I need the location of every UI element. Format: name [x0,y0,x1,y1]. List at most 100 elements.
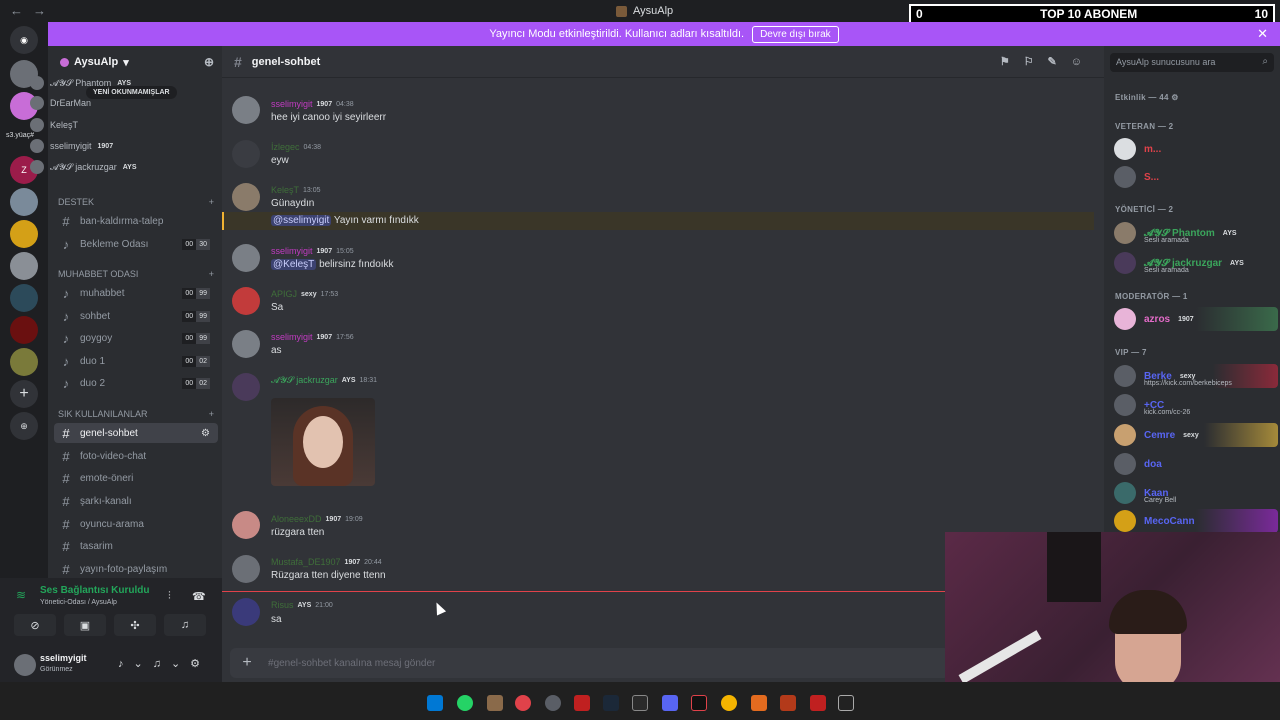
app-icon[interactable] [574,695,590,711]
channel-foto[interactable]: # foto-video-chat [54,446,218,466]
disable-button[interactable]: Devre dışı bırak [752,25,839,43]
overlay-left: 0 [916,7,923,21]
windows-start-icon[interactable] [427,695,443,711]
channel-muhabbet[interactable]: ♪ muhabbet 00 99 [54,283,218,303]
channel-yayin[interactable]: # yayın-foto-paylaşım [54,559,218,579]
channel-ban[interactable]: # ban-kaldırma-talep [54,211,218,231]
avatar[interactable] [232,555,260,583]
server-avatar[interactable] [10,316,38,344]
avatar[interactable] [232,183,260,211]
member-item[interactable]: MecoCann [1114,509,1278,533]
avatar [30,139,44,153]
message-header: KeleşT 13:05 [271,185,321,195]
voice-user[interactable]: DrEarMan [30,94,91,112]
add-channel-icon[interactable]: + [209,269,214,279]
activities-button[interactable]: ✣ [114,614,156,636]
app-icon[interactable] [780,695,796,711]
message-header: sselimyigit 1907 04:38 [271,99,354,109]
server-avatar[interactable] [10,252,38,280]
app-icon[interactable] [751,695,767,711]
voice-user[interactable]: sselimyigit 1907 [30,137,113,155]
activity-header[interactable]: Etkinlik — 44 ⚙ [1115,93,1179,102]
voice-status[interactable]: Ses Bağlantısı Kuruldu [40,585,149,596]
member-item[interactable]: S... [1114,165,1278,189]
user-name[interactable]: sselimyigit [40,653,87,663]
invite-icon[interactable]: ⊕ [204,55,214,69]
member-item[interactable]: Kaan Carey Bell [1114,481,1278,505]
member-item[interactable]: 𝓐𝓨𝓢 Phantom AYS Sesli aramada [1114,221,1278,245]
avatar[interactable] [232,140,260,168]
channel-duo1[interactable]: ♪ duo 1 00 02 [54,351,218,371]
noise-suppression-icon[interactable]: ⫶ [168,590,171,603]
unread-pill[interactable]: YENİ OKUNMAMIŞLAR [86,86,177,99]
category-muhabbet[interactable]: MUHABBET ODASI + [58,269,214,279]
channel-genel-sohbet[interactable]: # genel-sohbet ⚙ [54,423,218,443]
category-sik[interactable]: SIK KULLANILANLAR + [58,409,214,419]
discord-icon[interactable] [662,695,678,711]
channel-sohbet[interactable]: ♪ sohbet 00 99 [54,306,218,326]
chrome-icon[interactable] [721,695,737,711]
camera-button[interactable]: ⊘ [14,614,56,636]
avatar[interactable] [232,244,260,272]
avatar [1114,252,1136,274]
message-composer[interactable]: + # genel-sohbet kanalına mesaj gönder [230,648,950,678]
category-destek[interactable]: DESTEK + [58,197,214,207]
avatar[interactable] [232,330,260,358]
screenshare-button[interactable]: ▣ [64,614,106,636]
close-icon[interactable]: ✕ [1257,26,1268,42]
discord-home-icon[interactable]: ◉ [10,26,38,54]
member-item[interactable]: 𝓐𝓨𝓢 jackruzgar AYS Sesli aramada [1114,251,1278,275]
channel-goygoy[interactable]: ♪ goygoy 00 99 [54,328,218,348]
app-icon[interactable] [487,695,503,711]
image-attachment[interactable] [271,398,375,486]
steam-icon[interactable] [603,695,619,711]
channel-emote[interactable]: # emote-öneri [54,468,218,488]
member-item[interactable]: m... [1114,137,1278,161]
member-item[interactable]: +CC kick.com/cc-26 [1114,393,1278,417]
composer-placeholder[interactable]: genel-sohbet kanalına mesaj gönder [274,658,436,669]
server-search-input[interactable]: AysuAlp sunucusunu ara ⌕ [1110,53,1274,72]
add-channel-icon[interactable]: + [209,409,214,419]
avatar[interactable] [232,373,260,401]
channel-title: genel-sohbet [251,55,321,68]
avatar[interactable] [232,598,260,626]
member-item[interactable]: Berke sexy https://kick.com/berkebiceps [1114,364,1278,388]
speaker-icon: ♪ [62,353,70,369]
epic-games-icon[interactable] [632,695,648,711]
member-item[interactable]: azros 1907 [1114,307,1278,331]
channel-tasarim[interactable]: # tasarim [54,536,218,556]
server-avatar[interactable] [10,220,38,248]
member-item[interactable]: doa [1114,452,1278,476]
attach-plus-icon[interactable]: + [230,654,264,672]
soundboard-button[interactable]: ♫ [164,614,206,636]
avatar[interactable] [232,96,260,124]
avatar[interactable] [14,654,36,676]
header-icons[interactable]: ⚑⚐✎☺ [1000,55,1096,68]
voice-user[interactable]: KeleşT [30,116,78,134]
add-channel-icon[interactable]: + [209,197,214,207]
channel-duo2[interactable]: ♪ duo 2 00 02 [54,373,218,393]
channel-oyuncu[interactable]: # oyuncu-arama [54,514,218,534]
app-icon[interactable] [810,695,826,711]
avatar[interactable] [232,511,260,539]
app-icon[interactable] [545,695,561,711]
channel-sarki[interactable]: # şarkı-kanalı [54,491,218,511]
user-controls[interactable]: ♪⌄♫⌄⚙ [118,657,210,670]
add-server-icon[interactable]: + [10,380,38,408]
whatsapp-icon[interactable] [457,695,473,711]
disconnect-icon[interactable]: ☎ [192,590,206,603]
user-status: Görünmez [40,666,73,673]
server-avatar[interactable] [10,348,38,376]
member-item[interactable]: Cemre sexy [1114,423,1278,447]
avatar[interactable] [232,287,260,315]
server-avatar[interactable] [10,188,38,216]
voice-user[interactable]: 𝓐𝓨𝓢 jackruzgar AYS [30,158,137,176]
back-forward-arrows[interactable]: ←→ [10,3,56,18]
channel-settings-icon[interactable]: ⚙ [201,428,210,439]
opera-icon[interactable] [515,695,531,711]
channel-bekleme[interactable]: ♪ Bekleme Odası 00 30 [54,234,218,254]
explore-icon[interactable]: ⊕ [10,412,38,440]
tiktok-icon[interactable] [691,695,707,711]
server-avatar[interactable] [10,284,38,312]
terminal-icon[interactable] [838,695,854,711]
